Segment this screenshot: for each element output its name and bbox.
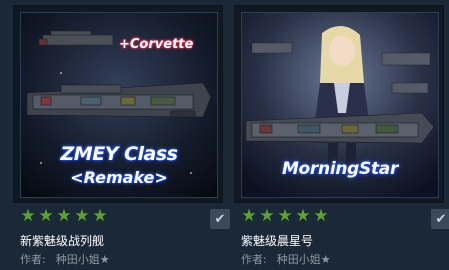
item-thumbnail-frame[interactable]: +Corvette ZMEY Class <Remake> [14, 6, 222, 202]
item-author: 作者: 种田小姐★ [20, 251, 110, 267]
item-title[interactable]: 新紫魅级战列舰 [20, 232, 104, 249]
author-link[interactable]: 种田小姐★ [277, 253, 331, 266]
item-title[interactable]: 紫魅级晨星号 [241, 232, 313, 249]
star-icon: ★ [295, 206, 311, 226]
workshop-item-card[interactable]: +Corvette ZMEY Class <Remake> ★ ★ ★ ★ ★ … [14, 0, 230, 270]
author-label: 作者: [241, 253, 267, 266]
star-icon: ★ [313, 206, 329, 226]
overlay-subtitle-text: <Remake> [70, 168, 168, 187]
item-thumbnail-frame[interactable]: MorningStar [235, 6, 443, 202]
overlay-title-text: ZMEY Class [60, 143, 178, 165]
star-icon: ★ [20, 206, 36, 226]
star-icon: ★ [241, 206, 257, 226]
workshop-item-card[interactable]: MorningStar ★ ★ ★ ★ ★ ✔ 紫魅级晨星号 作者: 种田小姐★ [235, 0, 449, 270]
item-author: 作者: 种田小姐★ [241, 251, 331, 267]
author-label: 作者: [20, 253, 46, 266]
subscribed-check-button[interactable]: ✔ [431, 209, 449, 229]
star-icon: ★ [74, 206, 90, 226]
item-thumbnail[interactable]: +Corvette ZMEY Class <Remake> [20, 12, 218, 198]
star-icon: ★ [277, 206, 293, 226]
overlay-title-text: MorningStar [281, 159, 399, 179]
item-thumbnail[interactable]: MorningStar [241, 12, 439, 198]
star-icon: ★ [92, 206, 108, 226]
rating-stars: ★ ★ ★ ★ ★ [20, 208, 108, 226]
subscribed-check-button[interactable]: ✔ [210, 209, 230, 229]
star-icon: ★ [259, 206, 275, 226]
rating-stars: ★ ★ ★ ★ ★ [241, 208, 329, 226]
overlay-corvette-text: +Corvette [119, 37, 194, 52]
author-link[interactable]: 种田小姐★ [56, 253, 110, 266]
checkmark-icon: ✔ [435, 211, 447, 227]
checkmark-icon: ✔ [214, 211, 226, 227]
star-icon: ★ [38, 206, 54, 226]
star-icon: ★ [56, 206, 72, 226]
